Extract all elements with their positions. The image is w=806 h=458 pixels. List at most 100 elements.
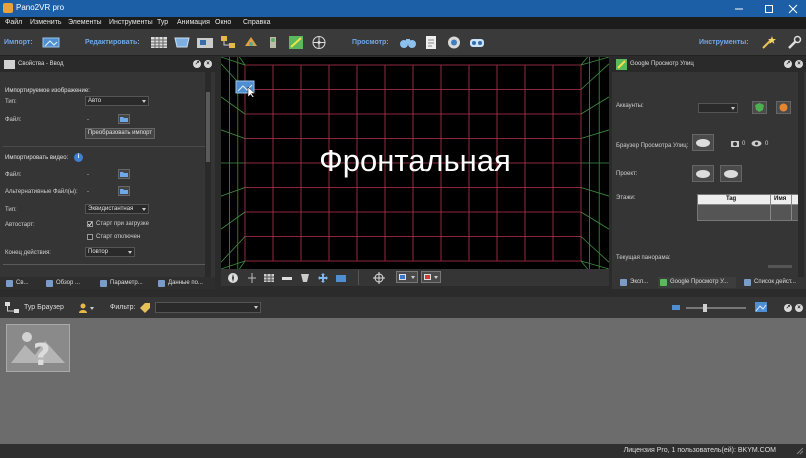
edit-skin-icon[interactable] — [242, 34, 260, 51]
image-type-select[interactable]: Авто — [85, 96, 149, 106]
filter-input[interactable] — [155, 302, 261, 313]
close-icon[interactable] — [780, 0, 806, 17]
image-file-browse-icon[interactable] — [118, 114, 130, 124]
convert-import-button[interactable]: Преобразовать импорт — [85, 128, 155, 139]
panel-resize-handle[interactable] — [768, 265, 792, 268]
tab-data[interactable]: Данные по... — [156, 278, 211, 289]
cloud-sync-icon[interactable] — [720, 165, 742, 182]
grid-icon[interactable] — [263, 272, 275, 284]
panel-close-icon[interactable]: × — [795, 60, 803, 68]
main-toolbar: Импорт: Редактировать: Просмотр: Инструм… — [0, 29, 806, 56]
autostart-checkbox[interactable] — [87, 221, 93, 227]
license-status: Лицензия Pro, 1 пользователь(ей): BKYM.C… — [623, 447, 776, 454]
account-remove-icon[interactable] — [776, 101, 791, 114]
color-picker-blue[interactable] — [396, 271, 418, 283]
missing-image-icon: ? — [11, 332, 65, 371]
compass-icon[interactable] — [227, 272, 239, 284]
preview-document-icon[interactable] — [422, 34, 440, 51]
video-file-browse-icon[interactable] — [118, 169, 130, 179]
street-view-scrollbar[interactable] — [798, 72, 804, 277]
slider-thumb[interactable] — [702, 304, 707, 312]
edit-viewing-params-icon[interactable] — [173, 34, 191, 51]
cloud-download-icon[interactable] — [692, 134, 714, 151]
cloud-upload-icon[interactable] — [692, 165, 714, 182]
zoom-out-icon[interactable] — [671, 303, 681, 312]
edit-grid-icon[interactable] — [150, 34, 168, 51]
edit-audio-icon[interactable] — [264, 34, 282, 51]
grid-line — [580, 236, 609, 263]
tab-parameters-label: Параметр... — [110, 280, 143, 286]
tab-export[interactable]: Эксп... — [618, 277, 652, 288]
menu-elements[interactable]: Элементы — [68, 19, 102, 26]
ruler-icon[interactable] — [281, 272, 293, 284]
grid-line — [580, 260, 609, 269]
tab-action-list[interactable]: Список дейст... — [742, 277, 804, 288]
panel-undock-icon[interactable]: ↗ — [784, 304, 792, 312]
properties-scrollbar[interactable] — [205, 72, 211, 277]
panel-undock-icon[interactable]: ↗ — [193, 60, 201, 68]
edit-map-icon[interactable] — [287, 34, 305, 51]
action-list-tab-icon — [744, 279, 751, 286]
menu-animation[interactable]: Анимация — [177, 19, 210, 26]
color-picker-red[interactable] — [421, 271, 441, 283]
account-verify-icon[interactable] — [752, 101, 767, 114]
scrollbar-thumb[interactable] — [206, 92, 210, 162]
video-type-select[interactable]: Эквидистантная — [85, 204, 149, 214]
overview-tab-icon — [46, 280, 53, 287]
preview-binoculars-icon[interactable] — [399, 34, 417, 51]
maximize-icon[interactable] — [756, 0, 782, 17]
edit-patch-icon[interactable] — [196, 34, 214, 51]
info-icon[interactable]: i — [74, 153, 83, 162]
tab-parameters[interactable]: Параметр... — [98, 278, 148, 289]
menu-edit[interactable]: Изменить — [30, 19, 62, 26]
accounts-label: Аккаунты: — [616, 103, 644, 109]
street-view-panel-title: Google Просмотр Улиц — [630, 61, 694, 67]
panel-close-icon[interactable]: × — [204, 60, 212, 68]
image-icon[interactable] — [335, 272, 347, 284]
tab-overview[interactable]: Обзор ... — [44, 278, 92, 289]
tools-wand-icon[interactable] — [760, 34, 778, 51]
preview-vr-icon[interactable] — [468, 34, 486, 51]
edit-animation-icon[interactable] — [310, 34, 328, 51]
tab-overview-label: Обзор ... — [56, 280, 80, 286]
tag-filter-icon[interactable] — [139, 302, 151, 313]
alt-files-browse-icon[interactable] — [118, 186, 130, 196]
menu-window[interactable]: Окно — [215, 19, 231, 26]
crosshair-icon[interactable] — [246, 272, 258, 284]
zoom-in-icon[interactable] — [754, 301, 768, 313]
hotspot-icon[interactable] — [299, 272, 311, 284]
tab-properties[interactable]: Св... — [4, 278, 36, 289]
edit-tour-icon[interactable] — [219, 34, 237, 51]
preview-web-icon[interactable] — [445, 34, 463, 51]
tools-wrench-icon[interactable] — [785, 34, 803, 51]
import-panorama-icon[interactable] — [42, 34, 60, 51]
resize-grip-icon[interactable] — [796, 447, 804, 455]
chevron-down-icon — [142, 208, 146, 211]
panorama-thumbnail[interactable]: ? — [6, 324, 70, 372]
menu-help[interactable]: Справка — [243, 19, 270, 26]
properties-panel-title: Свойства - Ввод — [18, 61, 64, 67]
street-view-tab-icon — [660, 279, 667, 286]
menu-tools[interactable]: Инструменты — [109, 19, 153, 26]
image-placeholder-icon[interactable] — [235, 79, 257, 97]
thumbnail-size-slider[interactable] — [686, 304, 746, 312]
menu-tour[interactable]: Тур — [157, 19, 168, 26]
edit-label: Редактировать: — [85, 39, 140, 46]
tab-data-label: Данные по... — [168, 280, 203, 286]
user-filter-icon[interactable] — [78, 302, 96, 313]
accounts-select[interactable] — [698, 103, 738, 113]
panel-close-icon[interactable]: × — [795, 304, 803, 312]
move-icon[interactable] — [317, 272, 329, 284]
menu-file[interactable]: Файл — [5, 19, 22, 26]
panorama-viewport[interactable]: Фронтальная — [221, 57, 609, 269]
panel-undock-icon[interactable]: ↗ — [784, 60, 792, 68]
floors-table[interactable]: Tag Имя — [697, 194, 801, 221]
minimize-icon[interactable] — [726, 0, 752, 17]
tour-browser-area[interactable]: ? — [0, 318, 806, 444]
target-icon[interactable] — [373, 272, 385, 284]
end-action-select[interactable]: Повтор — [85, 247, 135, 257]
menu-bar: Файл Изменить Элементы Инструменты Тур А… — [0, 17, 806, 29]
tab-street-view[interactable]: Google Просмотр У... — [658, 277, 736, 288]
divider — [791, 195, 792, 220]
start-disabled-checkbox[interactable] — [87, 234, 93, 240]
